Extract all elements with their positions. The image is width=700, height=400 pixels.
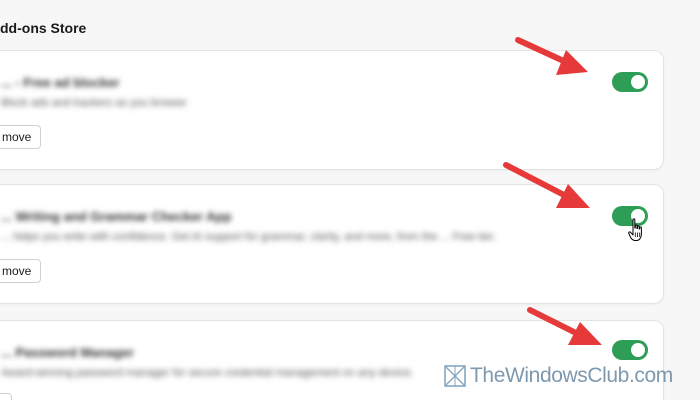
extension-name: ... Writing and Grammar Checker App [1,209,232,224]
extension-description: Award-winning password manager for secur… [1,367,414,379]
hand-cursor-icon [628,218,642,241]
watermark: TheWindowsClub.com [444,364,673,388]
toggle-knob [631,75,645,89]
toggle-knob [631,343,645,357]
extension-card: ... Writing and Grammar Checker App ... … [0,184,664,304]
watermark-text: TheWindowsClub.com [470,364,673,387]
windows-club-logo-icon [444,365,466,387]
extension-name: ... - Free ad blocker [1,75,120,90]
section-title: dd-ons Store [0,20,87,36]
extension-toggle[interactable] [612,340,648,360]
extension-card: ... Password Manager Award-winning passw… [0,320,664,400]
extension-card: ... - Free ad blocker Block ads and trac… [0,50,664,170]
extension-toggle[interactable] [612,72,648,92]
remove-button[interactable]: move [0,125,42,149]
remove-button[interactable] [0,393,12,400]
extension-description: ... helps you write with confidence. Get… [1,231,496,243]
extension-name: ... Password Manager [1,345,134,360]
extension-description: Block ads and trackers as you browse [1,97,187,109]
remove-button[interactable]: move [0,259,42,283]
